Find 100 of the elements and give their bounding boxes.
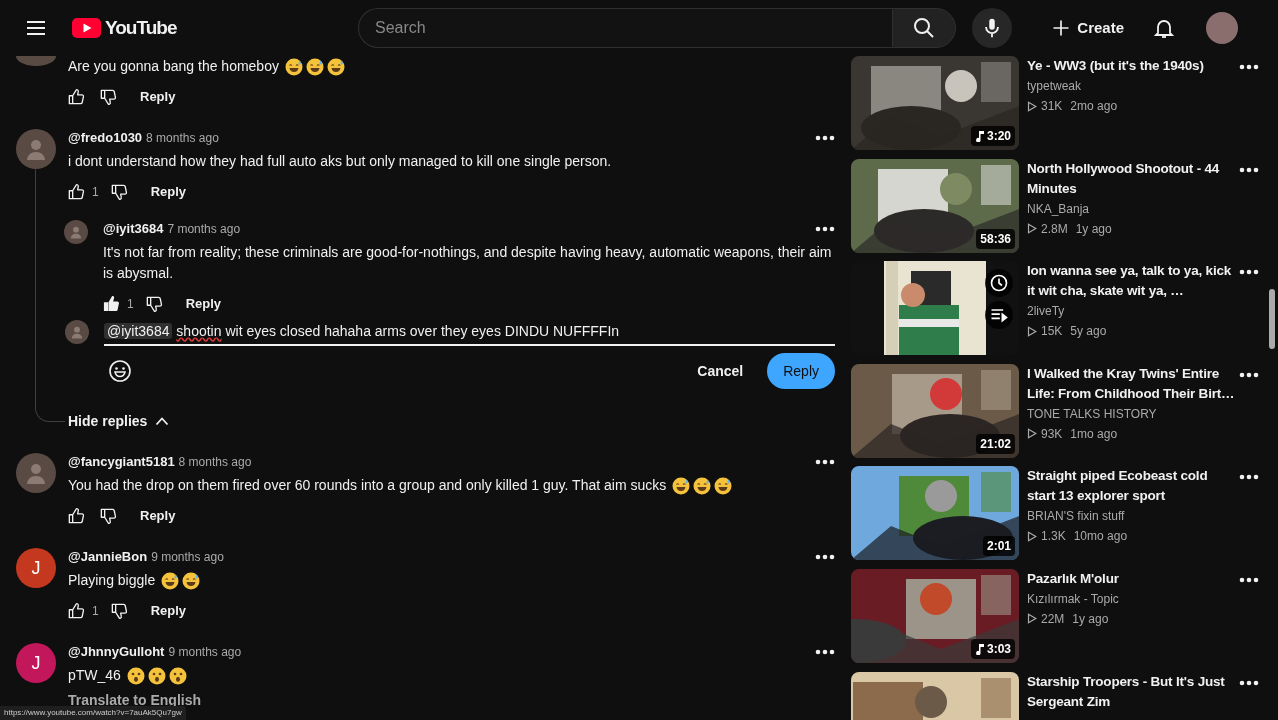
upload-age: 5y ago [1070, 323, 1107, 341]
clock-icon [989, 273, 1009, 294]
comment-author[interactable]: @JannieBon [68, 548, 148, 566]
reply-button[interactable]: Reply [124, 500, 192, 532]
voice-search-button[interactable] [972, 8, 1012, 48]
user-avatar[interactable]: J [16, 548, 56, 588]
like-count: 1 [92, 184, 99, 201]
upload-age: 1y ago [1075, 220, 1112, 238]
channel-name[interactable]: BRIAN'S fixin stuff [1027, 506, 1237, 527]
reply-button[interactable]: Reply [134, 595, 203, 627]
chevron-up-icon [155, 416, 170, 426]
more-icon[interactable] [815, 554, 835, 560]
play-icon [1027, 530, 1037, 542]
reply-button[interactable]: Reply [169, 288, 238, 320]
play-icon [1027, 325, 1037, 337]
more-icon[interactable] [815, 649, 835, 655]
video-title[interactable]: Starship Troopers - But It's Just Sergeant Zim [1027, 671, 1237, 712]
mention-chip[interactable]: @iyit3684 [104, 323, 173, 339]
laughing-emoji-icon [714, 476, 733, 495]
view-count: 15K [1041, 323, 1063, 341]
reply-button[interactable]: Reply [134, 176, 203, 208]
more-icon[interactable] [1239, 576, 1259, 583]
comment-text: Are you gonna bang the homeboy [68, 57, 279, 76]
upload-age: 1y ago [1072, 610, 1109, 628]
more-icon[interactable] [815, 226, 835, 232]
comment-text: Playing biggle [68, 571, 156, 590]
channel-name[interactable]: 2liveTy [1027, 301, 1237, 322]
video-title[interactable]: Ye - WW3 (but it's the 1940s) [1027, 56, 1237, 76]
reply-button[interactable]: Reply [124, 81, 192, 113]
comment-author[interactable]: @JhnnyGulloht [68, 643, 165, 661]
comment-text: pTW_46 [68, 666, 121, 685]
laughing-emoji-icon [182, 571, 201, 590]
comment-author[interactable]: @fancygiant5181 [68, 453, 175, 471]
hide-replies-button[interactable]: Hide replies [64, 405, 174, 437]
user-avatar[interactable] [16, 453, 56, 493]
laughing-emoji-icon [693, 476, 712, 495]
surprised-emoji-icon [168, 666, 187, 685]
cancel-button[interactable]: Cancel [681, 353, 760, 389]
submit-reply-button[interactable]: Reply [767, 353, 835, 389]
user-avatar[interactable]: J [16, 643, 56, 683]
channel-name[interactable]: typetweak [1027, 76, 1237, 96]
play-icon [1027, 428, 1037, 440]
logo-text[interactable]: YouTube [105, 13, 177, 43]
reply-input-field[interactable]: @iyit3684 shootin wit eyes closed hahaha arms over they eyes DINDU NUFFFFIn [104, 320, 835, 346]
search-button[interactable] [892, 8, 956, 48]
thumbs-down-icon [98, 87, 118, 107]
comment-time[interactable]: 9 months ago [168, 643, 242, 661]
comment-author[interactable]: @iyit3684 [103, 220, 164, 238]
search-icon [912, 16, 936, 40]
more-icon[interactable] [1239, 166, 1259, 173]
video-title[interactable]: I Walked the Kray Twins' Entire Life: From Childhood Their Birt… [1027, 363, 1237, 404]
user-avatar[interactable] [64, 220, 88, 244]
account-avatar[interactable] [1206, 12, 1238, 44]
link-preview-url: https://www.youtube.com/watch?v=7auAk5Qu7gw [0, 706, 186, 720]
play-icon [1027, 100, 1037, 112]
more-icon[interactable] [1239, 269, 1259, 276]
video-duration: 2:01 [982, 536, 1015, 557]
view-count: 31K [1041, 98, 1063, 115]
play-icon [1027, 613, 1037, 625]
video-title[interactable]: North Hollywood Shootout - 44 Minutes [1027, 158, 1237, 199]
more-icon[interactable] [815, 459, 835, 465]
comment-time[interactable]: 9 months ago [151, 548, 224, 566]
search-field[interactable]: Search [358, 8, 892, 48]
user-avatar[interactable] [16, 129, 56, 169]
video-title[interactable]: Straight piped Ecobeast cold start 13 explorer sport [1027, 466, 1237, 507]
laughing-emoji-icon [161, 571, 180, 590]
video-duration: 21:02 [976, 433, 1015, 454]
video-title[interactable]: Pazarlık M'olur [1027, 568, 1237, 589]
upload-age: 10mo ago [1073, 528, 1128, 546]
comment-time[interactable]: 8 months ago [178, 453, 252, 471]
like-count: 1 [92, 603, 99, 620]
laughing-emoji-icon [326, 57, 345, 76]
video-duration: 3:20 [970, 126, 1015, 146]
more-icon[interactable] [1239, 64, 1259, 70]
scrollbar-thumb[interactable] [1269, 289, 1275, 349]
view-count: 1.3K [1041, 528, 1066, 546]
youtube-logo-icon[interactable] [72, 18, 101, 38]
comment-author[interactable]: @fredo1030 [68, 129, 143, 147]
more-icon[interactable] [815, 135, 835, 141]
like-count: 1 [127, 296, 134, 313]
channel-name[interactable]: TONE TALKS HISTORY [1027, 403, 1237, 424]
view-count: 93K [1041, 425, 1063, 443]
view-count: 22M [1041, 610, 1065, 628]
laughing-emoji-icon [672, 476, 691, 495]
more-icon[interactable] [1239, 679, 1259, 686]
comment-text: i dont understand how they had full auto aks but only managed to kill one single person. [68, 152, 612, 171]
more-icon[interactable] [1239, 371, 1259, 378]
create-button[interactable]: Create [1039, 10, 1136, 46]
more-icon[interactable] [1239, 474, 1259, 481]
view-count: 2.8M [1041, 220, 1068, 238]
user-avatar[interactable] [65, 320, 89, 344]
laughing-emoji-icon [305, 57, 324, 76]
video-title[interactable]: Ion wanna see ya, talk to ya, kick it wit cha, skate wit ya, … [1027, 261, 1237, 302]
comment-time[interactable]: 7 months ago [167, 220, 241, 238]
comment-time[interactable]: 8 months ago [146, 129, 219, 147]
upload-age: 1mo ago [1070, 425, 1118, 443]
video-duration: 58:36 [976, 228, 1015, 249]
comment-text: You had the drop on them fired over 60 rounds into a group and only killed 1 guy. That aim sucks [68, 476, 667, 495]
channel-name[interactable]: NKA_Banja [1027, 198, 1237, 219]
channel-name[interactable]: Kızılırmak - Topic [1027, 588, 1237, 609]
